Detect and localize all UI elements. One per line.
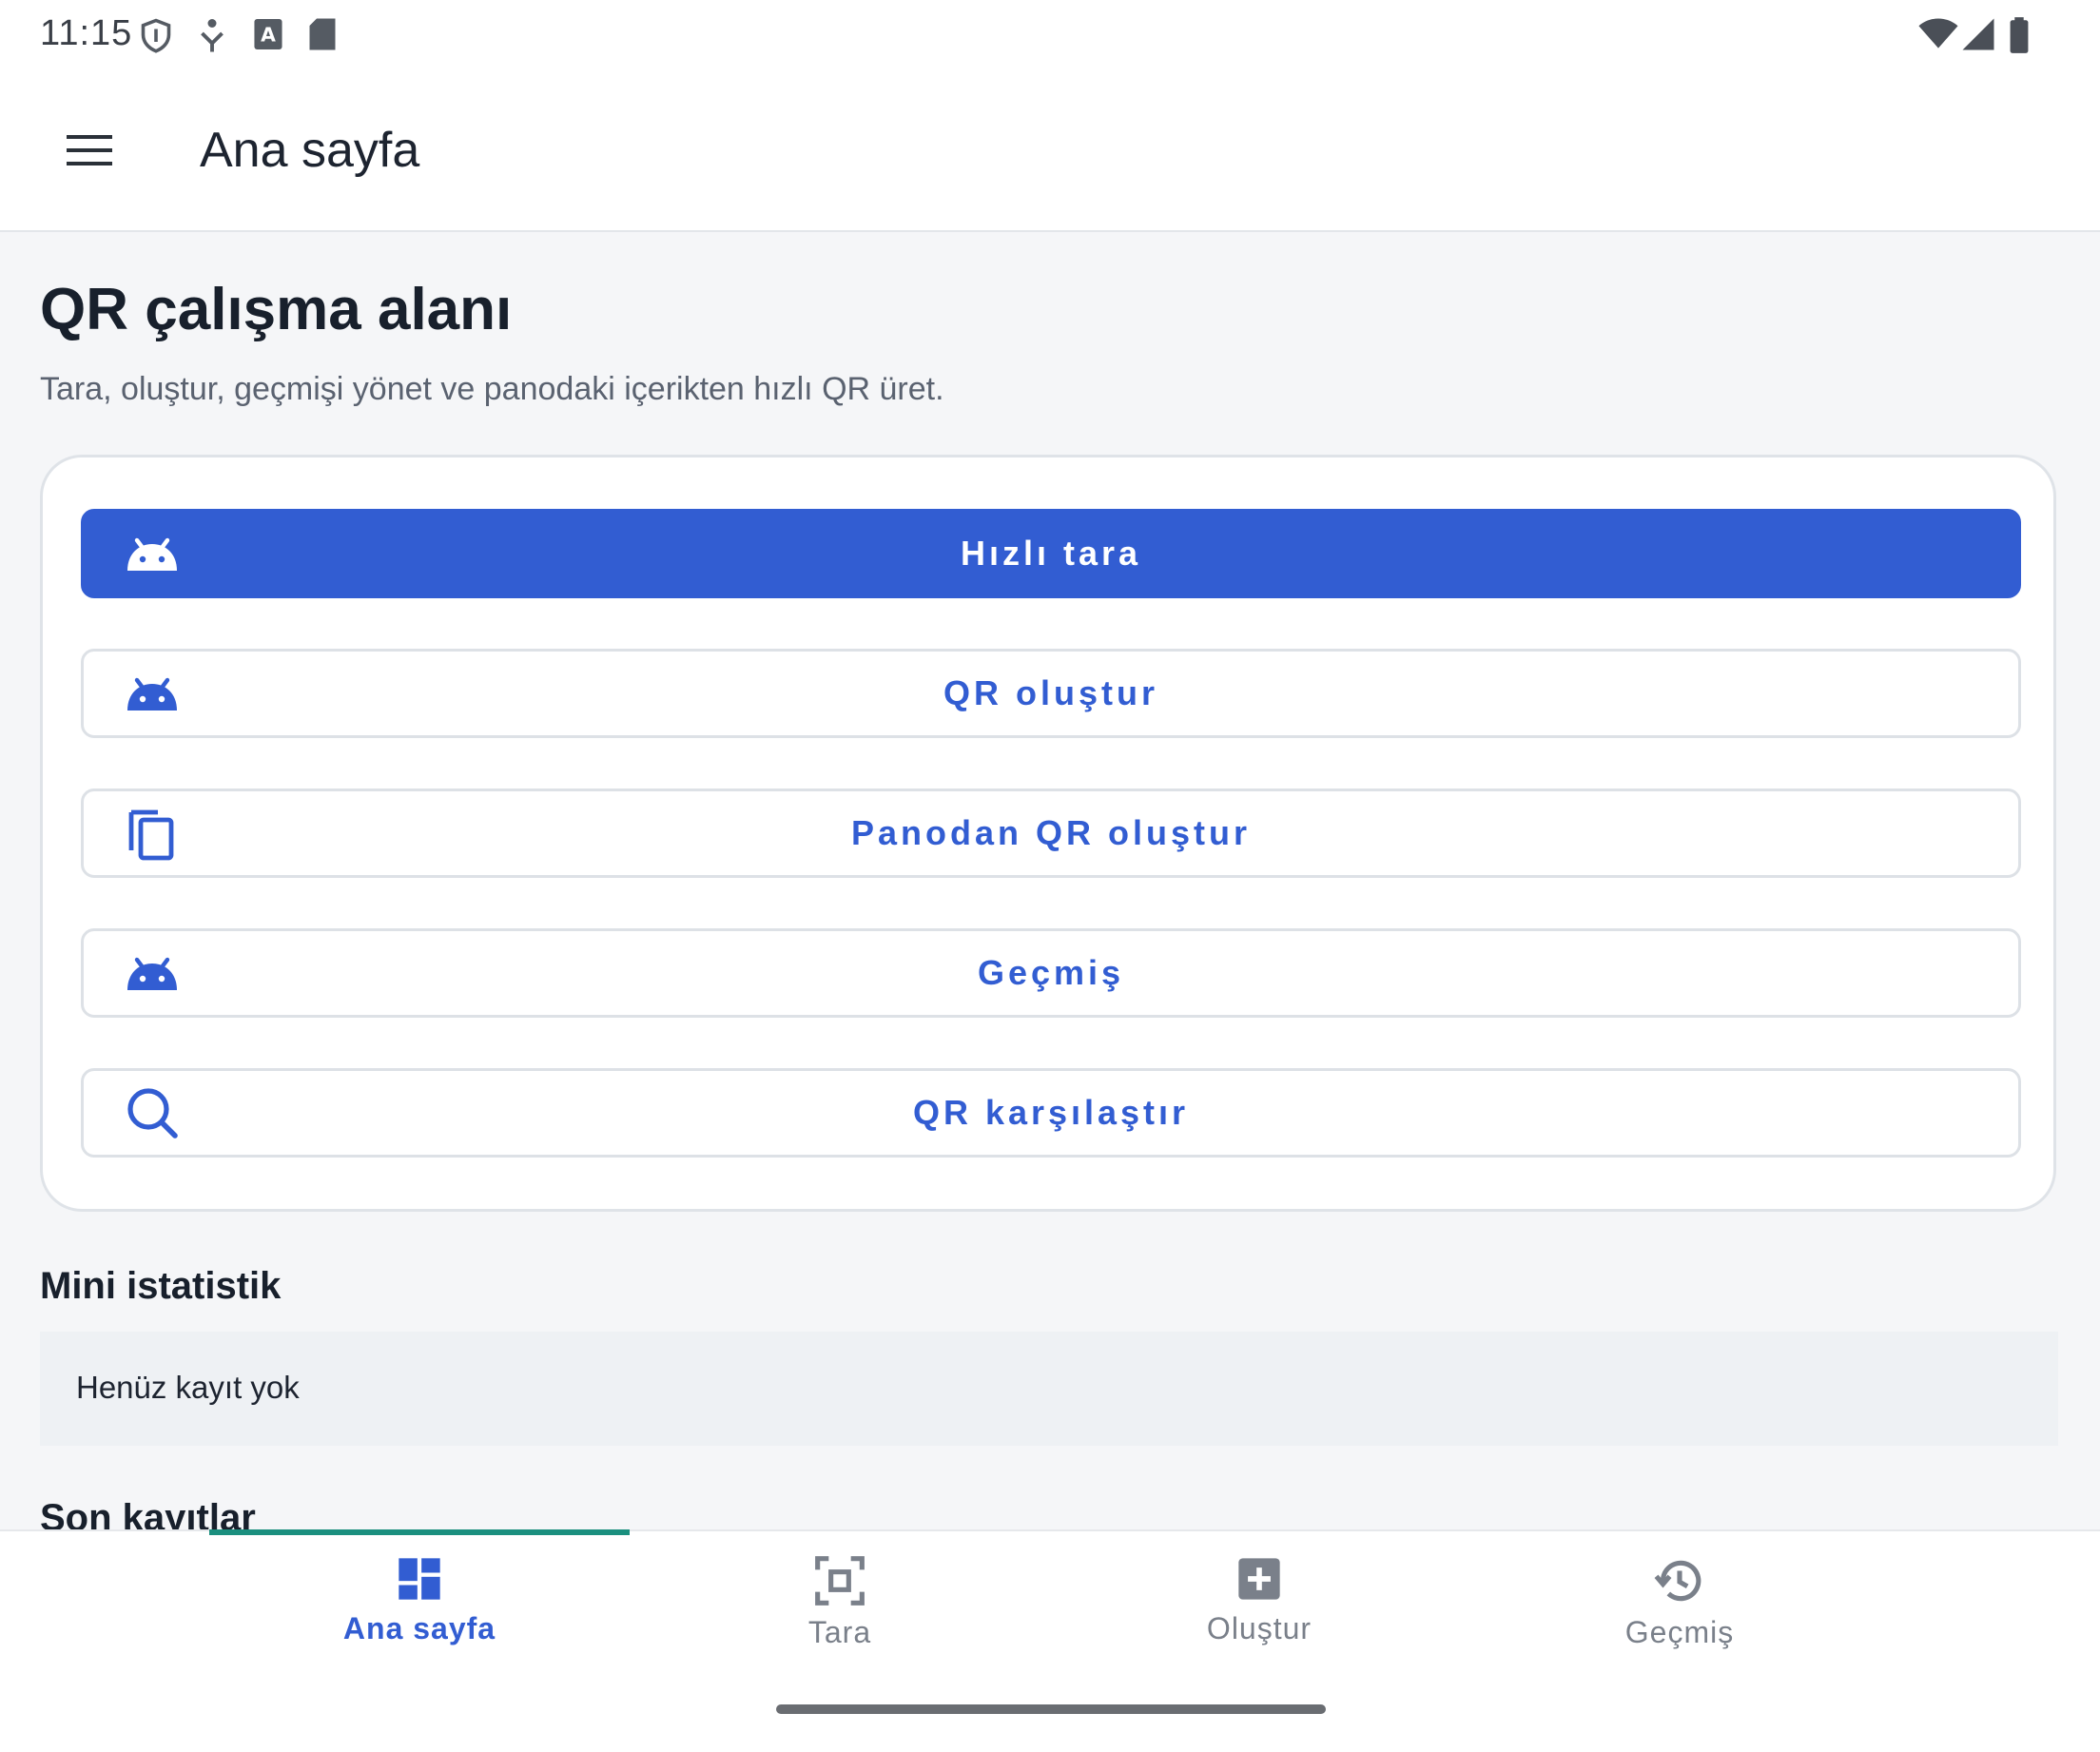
mini-stats-empty-text: Henüz kayıt yok — [76, 1370, 300, 1405]
nav-tab-create[interactable]: Oluştur — [1117, 1554, 1402, 1668]
quick-scan-label: Hızlı tara — [960, 534, 1142, 573]
quick-scan-button[interactable]: Hızlı tara — [81, 509, 2021, 598]
network-icon — [201, 19, 224, 52]
keyboard-a-icon: A — [254, 19, 282, 49]
menu-button[interactable] — [53, 116, 126, 185]
shield-icon — [141, 18, 171, 53]
history-icon — [1654, 1560, 1701, 1602]
nav-tab-home-label: Ana sayfa — [342, 1611, 496, 1645]
wifi-icon — [1918, 18, 1958, 49]
clipboard-qr-button[interactable]: Panodan QR oluştur — [81, 788, 2021, 878]
nav-tab-home[interactable]: Ana sayfa — [277, 1554, 562, 1668]
active-tab-indicator — [209, 1529, 630, 1535]
gesture-handle[interactable] — [776, 1704, 1326, 1714]
history-button[interactable]: Geçmiş — [81, 928, 2021, 1018]
status-bar: 11:15 A — [0, 0, 2100, 72]
mini-stats-box: Henüz kayıt yok — [40, 1332, 2058, 1446]
mini-stats-title: Mini istatistik — [40, 1265, 282, 1307]
nav-tab-scan-label: Tara — [807, 1615, 872, 1649]
dashboard-icon — [399, 1558, 440, 1600]
page-title: QR çalışma alanı — [40, 277, 513, 342]
nav-tab-scan[interactable]: Tara — [697, 1554, 982, 1668]
app-bar-title: Ana sayfa — [200, 123, 420, 178]
nav-tab-create-label: Oluştur — [1206, 1611, 1312, 1645]
create-qr-button[interactable]: QR oluştur — [81, 649, 2021, 738]
nav-tab-history[interactable]: Geçmiş — [1537, 1554, 1822, 1668]
nav-tab-history-label: Geçmiş — [1624, 1615, 1735, 1649]
add-box-icon — [1238, 1558, 1280, 1600]
create-qr-label: QR oluştur — [943, 673, 1158, 712]
status-time: 11:15 — [40, 13, 133, 53]
compare-qr-button[interactable]: QR karşılaştır — [81, 1068, 2021, 1158]
compare-qr-label: QR karşılaştır — [912, 1093, 1190, 1132]
app-bar: Ana sayfa — [0, 72, 2100, 232]
bottom-navigation: Ana sayfa Tara Oluştur Geçmiş — [0, 1529, 2100, 1752]
page-subtitle: Tara, oluştur, geçmişi yönet ve panodaki… — [40, 371, 944, 407]
sd-card-icon — [309, 18, 336, 50]
scan-icon — [815, 1556, 865, 1606]
svg-text:A: A — [261, 23, 276, 46]
history-label: Geçmiş — [977, 953, 1125, 992]
hamburger-menu-icon — [67, 135, 112, 165]
battery-icon — [2010, 17, 2029, 53]
signal-icon — [1962, 18, 1994, 50]
clipboard-qr-label: Panodan QR oluştur — [850, 813, 1251, 852]
actions-card: Hızlı tara QR oluştur Panodan QR oluştur… — [40, 455, 2056, 1212]
